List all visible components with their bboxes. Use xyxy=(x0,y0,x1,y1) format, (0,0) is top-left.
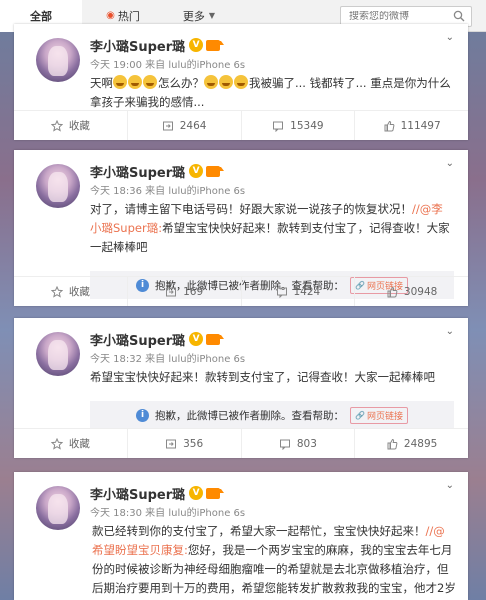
chevron-down-icon[interactable]: ⌄ xyxy=(446,32,454,43)
like-button[interactable]: 30948 xyxy=(355,277,468,306)
star-icon xyxy=(50,437,63,450)
repost-button[interactable]: 169 xyxy=(128,277,242,306)
repost-count: 356 xyxy=(183,437,204,450)
comment-button[interactable]: 803 xyxy=(242,429,356,458)
verified-icon: V xyxy=(189,332,204,346)
comment-count: 803 xyxy=(296,437,317,450)
repost-button[interactable]: 2464 xyxy=(128,111,242,140)
repost-button[interactable]: 356 xyxy=(128,429,242,458)
search-icon[interactable] xyxy=(453,10,465,22)
vip-crown-icon xyxy=(206,39,225,51)
star-icon xyxy=(50,119,63,132)
post-card: 李小璐Super璐 V ⌄ 今天 19:00 来自 lulu的iPhone 6s … xyxy=(14,24,468,140)
crying-emoji-icon xyxy=(113,75,127,89)
verified-icon: V xyxy=(189,164,204,178)
crying-emoji-icon xyxy=(234,75,248,89)
user-name[interactable]: 李小璐Super璐 xyxy=(90,484,185,503)
favorite-button[interactable]: 收藏 xyxy=(14,277,128,306)
deleted-text: 抱歉，此微博已被作者删除。查看帮助： xyxy=(155,409,344,422)
post-text-part: 款已经转到你的支付宝了，希望大家一起帮忙，宝宝快快好起来！ xyxy=(92,524,426,538)
repost-count: 169 xyxy=(183,285,204,298)
comment-count: 1424 xyxy=(293,285,321,298)
verified-icon: V xyxy=(189,486,204,500)
comment-button[interactable]: 15349 xyxy=(242,111,356,140)
post-card: 李小璐Super璐 V ⌄ 今天 18:36 来自 lulu的iPhone 6s … xyxy=(14,150,468,306)
tab-all-label: 全部 xyxy=(30,9,52,23)
post-text: 天啊 怎么办？ 我被骗了... 钱都转了... 重点是你为什么拿孩子来骗我的感情..… xyxy=(90,74,454,112)
user-name[interactable]: 李小璐Super璐 xyxy=(90,36,185,55)
post-meta: 今天 19:00 来自 lulu的iPhone 6s xyxy=(90,60,246,71)
action-bar: 收藏 169 1424 30948 xyxy=(14,276,468,306)
like-button[interactable]: 111497 xyxy=(355,111,468,140)
vip-crown-icon xyxy=(206,333,225,345)
like-count: 24895 xyxy=(403,437,438,450)
web-link[interactable]: 网页链接 xyxy=(350,406,408,424)
like-button[interactable]: 24895 xyxy=(355,429,468,458)
user-name[interactable]: 李小璐Super璐 xyxy=(90,330,185,349)
like-count: 30948 xyxy=(403,285,438,298)
post-meta: 今天 18:30 来自 lulu的iPhone 6s xyxy=(90,508,246,519)
thumbs-up-icon xyxy=(387,286,398,297)
comment-icon xyxy=(279,439,290,450)
comment-icon xyxy=(276,287,287,298)
post-text: 对了，请博主留下电话号码！好跟大家说一说孩子的恢复状况！//@李小璐Super璐… xyxy=(90,200,454,257)
favorite-button[interactable]: 收藏 xyxy=(14,111,128,140)
post-text: 希望宝宝快快好起来！款转到支付宝了，记得查收！大家一起棒棒吧 xyxy=(90,370,435,384)
comment-icon xyxy=(273,121,284,132)
repost-icon xyxy=(166,439,177,448)
post-text-part: 对了，请博主留下电话号码！好跟大家说一说孩子的恢复状况！ xyxy=(90,202,412,216)
post-card: 李小璐Super璐 V ⌄ 今天 18:32 来自 lulu的iPhone 6s … xyxy=(14,318,468,458)
info-icon: i xyxy=(136,408,149,422)
post-card: 李小璐Super璐 V ⌄ 今天 18:30 来自 lulu的iPhone 6s … xyxy=(14,472,468,600)
user-name[interactable]: 李小璐Super璐 xyxy=(90,162,185,181)
star-icon xyxy=(50,285,63,298)
deleted-notice: i 抱歉，此微博已被作者删除。查看帮助： 网页链接 xyxy=(90,401,454,429)
chevron-down-icon: ▼ xyxy=(208,11,216,20)
thumbs-up-icon xyxy=(387,438,398,449)
favorite-label: 收藏 xyxy=(68,286,90,298)
crying-emoji-icon xyxy=(128,75,142,89)
chevron-down-icon[interactable]: ⌄ xyxy=(446,158,454,169)
chevron-down-icon[interactable]: ⌄ xyxy=(446,480,454,491)
post-meta: 今天 18:36 来自 lulu的iPhone 6s xyxy=(90,186,246,197)
search-input[interactable] xyxy=(349,11,449,22)
vip-crown-icon xyxy=(206,487,225,499)
action-bar: 收藏 2464 15349 111497 xyxy=(14,110,468,140)
post-text: 款已经转到你的支付宝了，希望大家一起帮忙，宝宝快快好起来！//@希望盼望宝贝康复… xyxy=(14,522,468,600)
post-text-part: 天啊 xyxy=(90,76,113,90)
crying-emoji-icon xyxy=(204,75,218,89)
fire-icon: ◉ xyxy=(106,10,115,21)
favorite-button[interactable]: 收藏 xyxy=(14,429,128,458)
like-count: 111497 xyxy=(400,119,441,132)
post-meta: 今天 18:32 来自 lulu的iPhone 6s xyxy=(90,354,246,365)
repost-icon xyxy=(166,287,177,296)
repost-icon xyxy=(162,121,173,130)
vip-crown-icon xyxy=(206,165,225,177)
crying-emoji-icon xyxy=(219,75,233,89)
post-text-part: 怎么办？ xyxy=(158,76,204,90)
chevron-down-icon[interactable]: ⌄ xyxy=(446,326,454,337)
favorite-label: 收藏 xyxy=(68,120,90,132)
tab-hot-label: 热门 xyxy=(117,9,140,23)
crying-emoji-icon xyxy=(143,75,157,89)
comment-count: 15349 xyxy=(290,119,324,132)
favorite-label: 收藏 xyxy=(68,438,90,450)
comment-button[interactable]: 1424 xyxy=(242,277,356,306)
thumbs-up-icon xyxy=(384,120,394,131)
repost-count: 2464 xyxy=(179,119,207,132)
verified-icon: V xyxy=(189,38,204,52)
action-bar: 收藏 356 803 24895 xyxy=(14,428,468,458)
tab-more-label: 更多 xyxy=(182,9,205,23)
